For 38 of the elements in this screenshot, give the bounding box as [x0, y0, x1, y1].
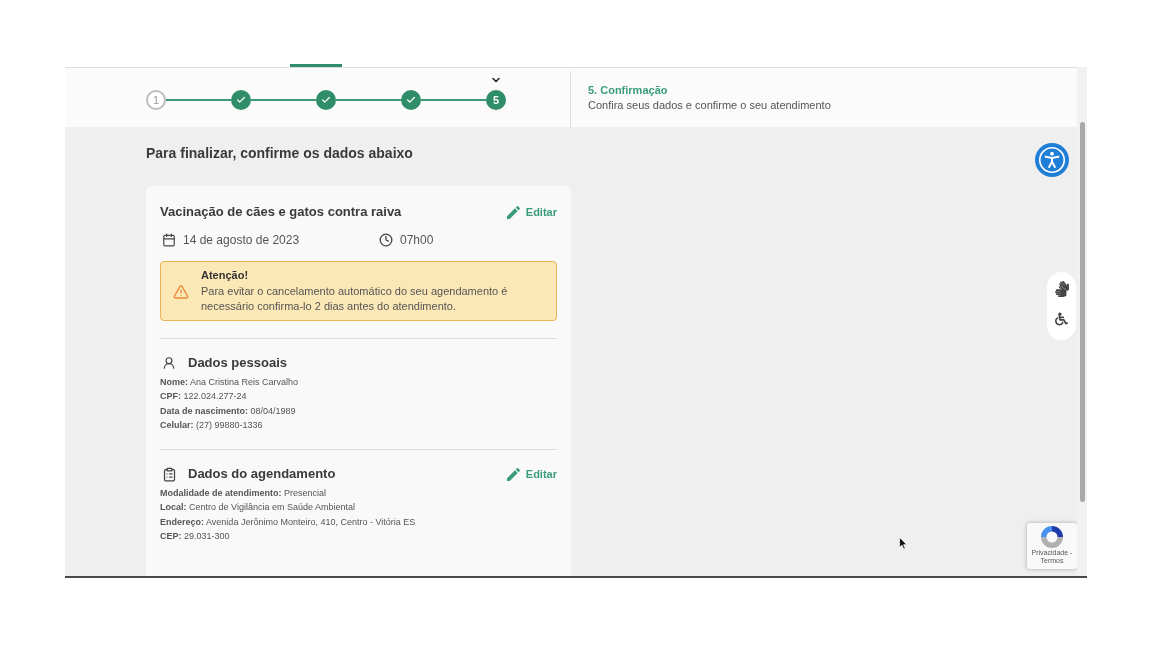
- calendar-icon: [162, 233, 176, 247]
- info-field: Endereço: Avenida Jerônimo Monteiro, 410, Centro - Vitória ES: [160, 514, 416, 530]
- check-icon: [406, 95, 416, 105]
- appointment-time: 07h00: [400, 232, 434, 249]
- info-field: Modalidade de atendimento: Presencial: [160, 486, 327, 501]
- pencil-icon: [506, 467, 520, 481]
- step-title: 5. Confirmação: [588, 83, 668, 98]
- section-title: Dados do agendamento: [188, 465, 336, 484]
- check-icon: [321, 95, 331, 105]
- clipboard-icon: [161, 466, 177, 482]
- ring-logo-icon: [1041, 526, 1063, 548]
- page-heading: Para finalizar, confirme os dados abaixo: [146, 144, 413, 163]
- info-field: CPF: 122.024.277-24: [160, 389, 247, 404]
- section-title: Dados pessoais: [188, 354, 287, 373]
- warning-icon: [173, 284, 189, 300]
- active-tab-underline: [290, 64, 342, 67]
- info-field: Data de nascimento: 08/04/1989: [160, 403, 296, 418]
- clock-icon: [379, 233, 393, 247]
- step-description: Confira seus dados e confirme o seu atendimento: [588, 98, 831, 113]
- edit-button[interactable]: Editar: [506, 467, 557, 482]
- check-icon: [236, 95, 246, 105]
- pencil-icon: [506, 205, 520, 219]
- edit-button[interactable]: Editar: [506, 205, 557, 219]
- wheelchair-icon[interactable]: [1055, 312, 1068, 326]
- sign-language-icon[interactable]: [1053, 281, 1070, 297]
- appointment-date: 14 de agosto de 2023: [183, 232, 300, 249]
- accessibility-button[interactable]: [1035, 143, 1069, 177]
- service-title: Vacinação de cães e gatos contra raiva: [160, 203, 402, 222]
- info-field: Celular: (27) 99880-1336: [160, 417, 263, 433]
- info-field: Nome: Ana Cristina Reis Carvalho: [160, 375, 299, 390]
- mouse-cursor-icon: [899, 537, 908, 550]
- user-icon: [162, 356, 176, 370]
- info-field: CEP: 29.031-300: [160, 529, 230, 544]
- alert-message: Para evitar o cancelamento automático do seu agendamento é necessário confirma-lo 2 dias antes do atendimento.: [201, 284, 509, 314]
- accessibility-person-icon: [1038, 146, 1066, 174]
- info-field: Local: Centro de Vigilância em Saúde Ambiental: [160, 500, 355, 515]
- scrollbar-thumb[interactable]: [1079, 122, 1085, 502]
- alert-title: Atenção!: [201, 268, 249, 282]
